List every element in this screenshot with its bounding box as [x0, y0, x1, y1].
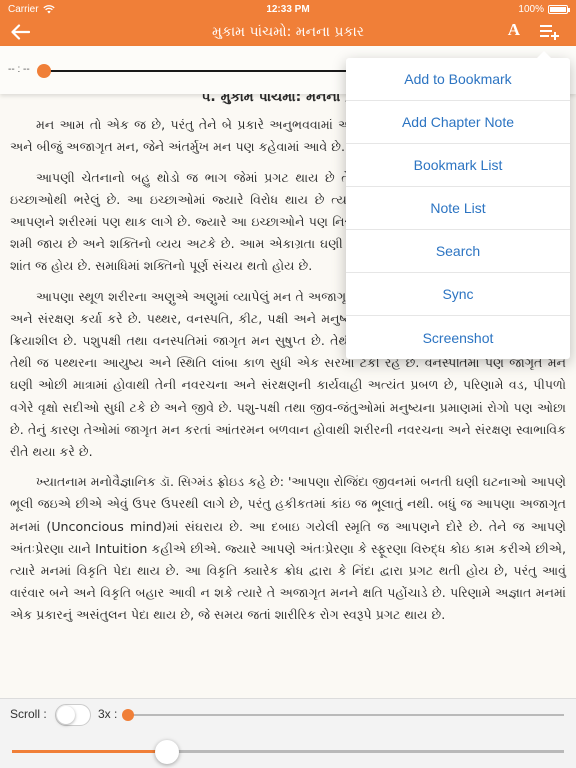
status-bar: Carrier 12:33 PM 100%	[0, 0, 576, 18]
header-bar: મુકામ પાંચમો: મનના પ્રકાર A	[0, 18, 576, 46]
menu-add-icon	[540, 25, 559, 40]
battery-icon	[548, 4, 570, 14]
elapsed-time: -- : --	[8, 64, 30, 75]
menu-item-sync[interactable]: Sync	[346, 273, 570, 316]
scroll-toggle[interactable]	[55, 704, 91, 726]
toggle-knob	[57, 706, 75, 724]
page-slider-fill	[12, 750, 167, 753]
options-menu: Add to Bookmark Add Chapter Note Bookmar…	[346, 51, 570, 359]
page-slider-row	[0, 737, 576, 768]
back-button[interactable]	[0, 18, 40, 46]
status-time: 12:33 PM	[266, 3, 310, 15]
autoscroll-row: Scroll : 3x :	[0, 699, 576, 731]
paragraph: ખ્યાતનામ મનોવૈજ્ઞાનિક ડૉ. સિગ્મંડ ફ્રોઇડ…	[10, 474, 566, 623]
menu-item-note-list[interactable]: Note List	[346, 187, 570, 230]
menu-item-add-bookmark[interactable]: Add to Bookmark	[346, 58, 570, 101]
scroll-label: Scroll :	[10, 707, 47, 721]
page-slider-knob[interactable]	[154, 740, 179, 764]
audio-progress-knob[interactable]	[37, 64, 51, 78]
speed-slider[interactable]	[122, 709, 564, 721]
menu-item-screenshot[interactable]: Screenshot	[346, 316, 570, 359]
bottom-controls: Scroll : 3x :	[0, 698, 576, 768]
back-arrow-icon	[11, 24, 30, 40]
menu-button[interactable]	[540, 23, 560, 41]
font-size-button[interactable]: A	[508, 20, 520, 40]
speed-slider-knob[interactable]	[122, 709, 134, 721]
page-slider[interactable]	[12, 740, 564, 764]
menu-item-search[interactable]: Search	[346, 230, 570, 273]
page-title: મુકામ પાંચમો: મનના પ્રકાર	[211, 24, 365, 40]
menu-item-bookmark-list[interactable]: Bookmark List	[346, 144, 570, 187]
speed-label: 3x :	[98, 707, 118, 721]
menu-item-add-chapter-note[interactable]: Add Chapter Note	[346, 101, 570, 144]
